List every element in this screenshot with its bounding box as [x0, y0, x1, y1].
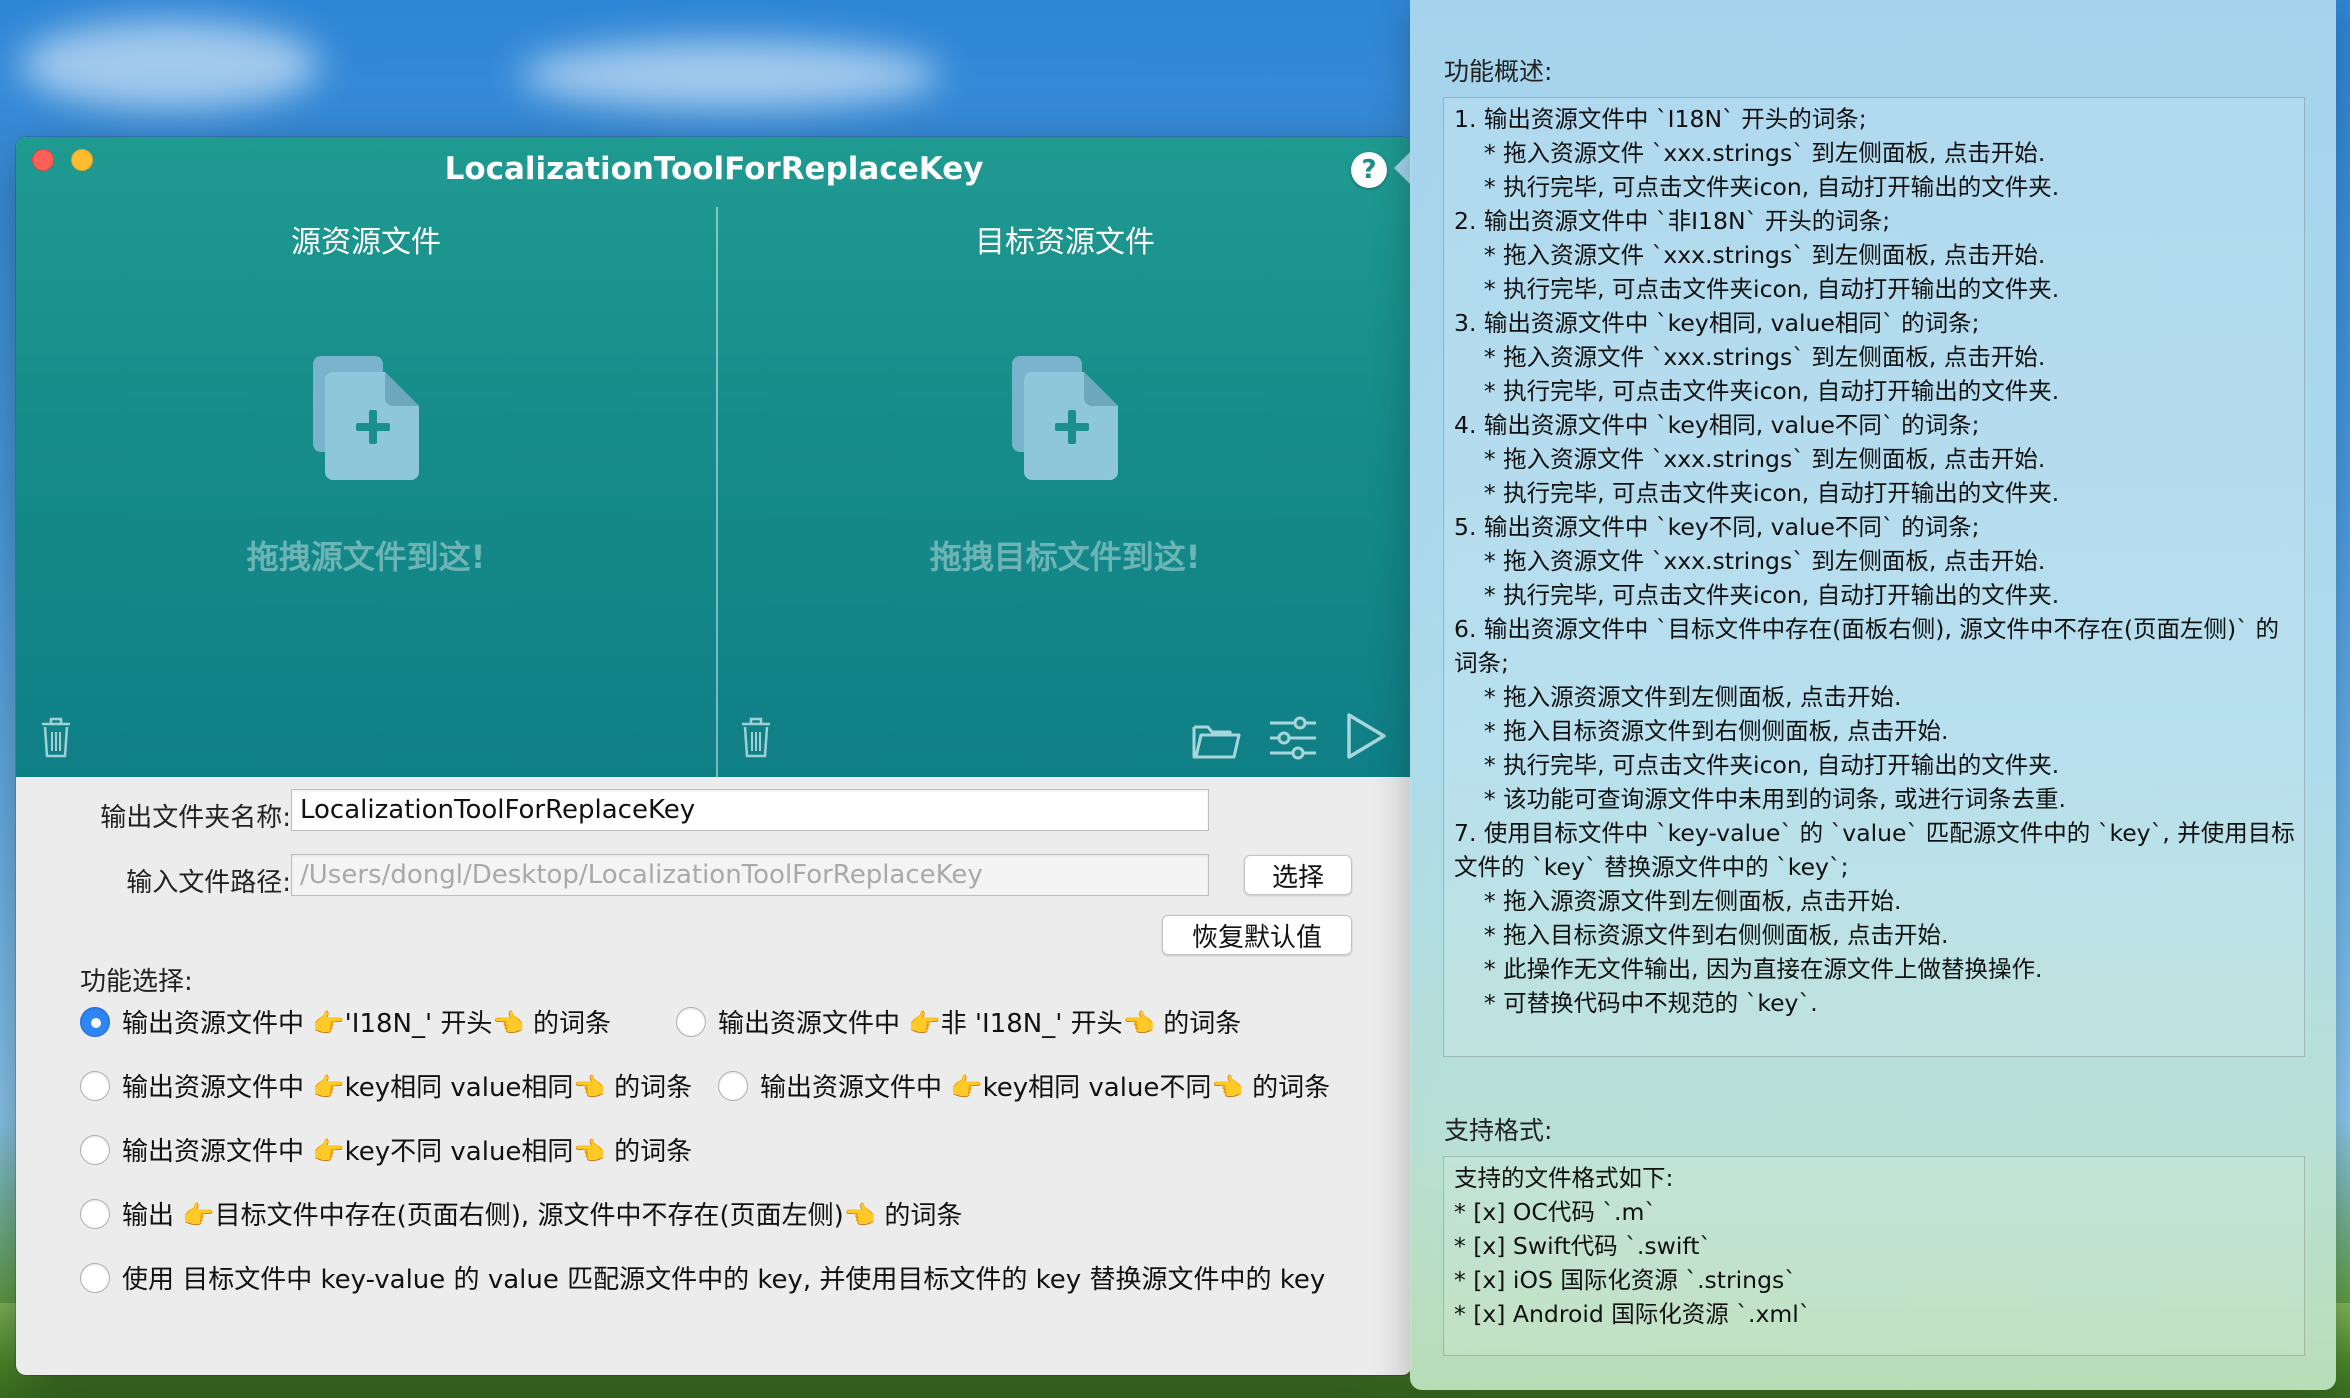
trash-icon[interactable] — [38, 715, 74, 759]
option-label: 输出资源文件中 👉非 'I18N_' 开头👈 的词条 — [718, 1009, 1242, 1039]
formats-text-box[interactable]: 支持的文件格式如下: * [x] OC代码 `.m` * [x] Swift代码 `… — [1443, 1156, 2305, 1356]
radio-button[interactable] — [80, 1198, 110, 1229]
option-label: 使用 目标文件中 key-value 的 value 匹配源文件中的 key, … — [122, 1265, 1326, 1295]
reset-defaults-button[interactable]: 恢复默认值 — [1162, 915, 1352, 955]
window-title: LocalizationToolForReplaceKey — [444, 151, 984, 187]
add-file-icon — [313, 356, 419, 480]
overview-line: * 执行完毕, 可点击文件夹icon, 自动打开输出的文件夹. — [1454, 479, 2060, 507]
overview-line: * 执行完毕, 可点击文件夹icon, 自动打开输出的文件夹. — [1454, 751, 2060, 779]
option-diff-key-same-value[interactable]: 输出资源文件中 👉key不同 value相同👈 的词条 — [80, 1131, 692, 1168]
source-drop-hint: 拖拽源文件到这! — [246, 538, 486, 576]
option-same-key-same-value[interactable]: 输出资源文件中 👉key相同 value相同👈 的词条 — [80, 1067, 692, 1104]
option-i18n-prefix[interactable]: 输出资源文件中 👉'I18N_' 开头👈 的词条 — [80, 1003, 611, 1040]
function-select-label: 功能选择: — [80, 967, 193, 997]
overview-line: 文件的 `key` 替换源文件中的 `key`; — [1454, 853, 1849, 881]
overview-line: * 拖入源资源文件到左侧面板, 点击开始. — [1454, 887, 1902, 915]
target-panel-title: 目标资源文件 — [975, 225, 1155, 260]
radio-button[interactable] — [80, 1006, 110, 1037]
overview-line: 2. 输出资源文件中 `非I18N` 开头的词条; — [1454, 207, 1891, 235]
radio-button[interactable] — [80, 1134, 110, 1165]
formats-line: * [x] Swift代码 `.swift` — [1454, 1232, 1712, 1260]
overview-text-box[interactable]: 1. 输出资源文件中 `I18N` 开头的词条; * 拖入资源文件 `xxx.s… — [1443, 97, 2305, 1057]
option-replace-key[interactable]: 使用 目标文件中 key-value 的 value 匹配源文件中的 key, … — [80, 1259, 1325, 1296]
main-window: LocalizationToolForReplaceKey ? 源资源文件 拖拽… — [16, 137, 1412, 1375]
option-non-i18n-prefix[interactable]: 输出资源文件中 👉非 'I18N_' 开头👈 的词条 — [676, 1003, 1241, 1040]
trash-icon[interactable] — [738, 715, 774, 759]
formats-heading: 支持格式: — [1444, 1116, 1553, 1145]
option-same-key-diff-value[interactable]: 输出资源文件中 👉key相同 value不同👈 的词条 — [718, 1067, 1330, 1104]
radio-button[interactable] — [718, 1070, 748, 1101]
help-popover: 功能概述: 1. 输出资源文件中 `I18N` 开头的词条; * 拖入资源文件 … — [1410, 0, 2336, 1390]
input-path-label: 输入文件路径: — [126, 868, 291, 898]
overview-line: 6. 输出资源文件中 `目标文件中存在(面板右侧), 源文件中不存在(页面左侧)… — [1454, 615, 2279, 643]
overview-heading: 功能概述: — [1444, 57, 1553, 86]
help-button[interactable]: ? — [1351, 152, 1387, 188]
overview-line: * 此操作无文件输出, 因为直接在源文件上做替换操作. — [1454, 955, 2043, 983]
radio-button[interactable] — [676, 1006, 706, 1037]
overview-line: * 拖入源资源文件到左侧面板, 点击开始. — [1454, 683, 1902, 711]
overview-line: * 拖入资源文件 `xxx.strings` 到左侧面板, 点击开始. — [1454, 547, 2046, 575]
target-drop-hint: 拖拽目标文件到这! — [929, 538, 1201, 576]
overview-line: * 可替换代码中不规范的 `key`. — [1454, 989, 1818, 1017]
formats-line: * [x] Android 国际化资源 `.xml` — [1454, 1300, 1811, 1328]
overview-line: 3. 输出资源文件中 `key相同, value相同` 的词条; — [1454, 309, 1980, 337]
target-drop-panel[interactable]: 目标资源文件 拖拽目标文件到这! — [718, 207, 1412, 777]
option-label: 输出资源文件中 👉key相同 value相同👈 的词条 — [122, 1073, 693, 1103]
source-panel-title: 源资源文件 — [291, 225, 441, 260]
drop-area: LocalizationToolForReplaceKey ? 源资源文件 拖拽… — [16, 137, 1412, 777]
formats-line: 支持的文件格式如下: — [1454, 1164, 1674, 1192]
overview-line: * 执行完毕, 可点击文件夹icon, 自动打开输出的文件夹. — [1454, 173, 2060, 201]
overview-line: 7. 使用目标文件中 `key-value` 的 `value` 匹配源文件中的… — [1454, 819, 2295, 847]
option-label: 输出资源文件中 👉key相同 value不同👈 的词条 — [760, 1073, 1331, 1103]
input-path-field[interactable] — [291, 854, 1209, 896]
overview-line: * 该功能可查询源文件中未用到的词条, 或进行词条去重. — [1454, 785, 2067, 813]
output-folder-label: 输出文件夹名称: — [100, 803, 291, 833]
overview-line: * 拖入资源文件 `xxx.strings` 到左侧面板, 点击开始. — [1454, 445, 2046, 473]
source-drop-panel[interactable]: 源资源文件 拖拽源文件到这! — [16, 207, 716, 777]
formats-line: * [x] iOS 国际化资源 `.strings` — [1454, 1266, 1796, 1294]
output-folder-field[interactable] — [291, 789, 1209, 831]
settings-sliders-icon[interactable] — [1268, 715, 1318, 761]
overview-line: * 拖入目标资源文件到右侧侧面板, 点击开始. — [1454, 717, 1949, 745]
option-label: 输出 👉目标文件中存在(页面右侧), 源文件中不存在(页面左侧)👈 的词条 — [122, 1201, 963, 1231]
option-target-only[interactable]: 输出 👉目标文件中存在(页面右侧), 源文件中不存在(页面左侧)👈 的词条 — [80, 1195, 962, 1232]
overview-line: * 执行完毕, 可点击文件夹icon, 自动打开输出的文件夹. — [1454, 377, 2060, 405]
desktop-cloud — [520, 40, 940, 110]
desktop-cloud — [20, 20, 320, 110]
choose-path-button[interactable]: 选择 — [1244, 855, 1352, 895]
radio-button[interactable] — [80, 1070, 110, 1101]
radio-button[interactable] — [80, 1262, 110, 1293]
overview-line: * 拖入资源文件 `xxx.strings` 到左侧面板, 点击开始. — [1454, 241, 2046, 269]
formats-line: * [x] OC代码 `.m` — [1454, 1198, 1657, 1226]
overview-line: 5. 输出资源文件中 `key不同, value不同` 的词条; — [1454, 513, 1980, 541]
overview-line: * 拖入资源文件 `xxx.strings` 到左侧面板, 点击开始. — [1454, 139, 2046, 167]
add-file-icon — [1012, 356, 1118, 480]
overview-line: * 执行完毕, 可点击文件夹icon, 自动打开输出的文件夹. — [1454, 581, 2060, 609]
overview-line: * 执行完毕, 可点击文件夹icon, 自动打开输出的文件夹. — [1454, 275, 2060, 303]
folder-icon[interactable] — [1191, 719, 1241, 761]
overview-line: * 拖入目标资源文件到右侧侧面板, 点击开始. — [1454, 921, 1949, 949]
overview-line: 1. 输出资源文件中 `I18N` 开头的词条; — [1454, 105, 1867, 133]
overview-line: * 拖入资源文件 `xxx.strings` 到左侧面板, 点击开始. — [1454, 343, 2046, 371]
option-label: 输出资源文件中 👉key不同 value相同👈 的词条 — [122, 1137, 693, 1167]
play-icon[interactable] — [1344, 711, 1388, 761]
overview-line: 4. 输出资源文件中 `key相同, value不同` 的词条; — [1454, 411, 1980, 439]
option-label: 输出资源文件中 👉'I18N_' 开头👈 的词条 — [122, 1009, 612, 1039]
overview-line: 词条; — [1454, 649, 1509, 677]
